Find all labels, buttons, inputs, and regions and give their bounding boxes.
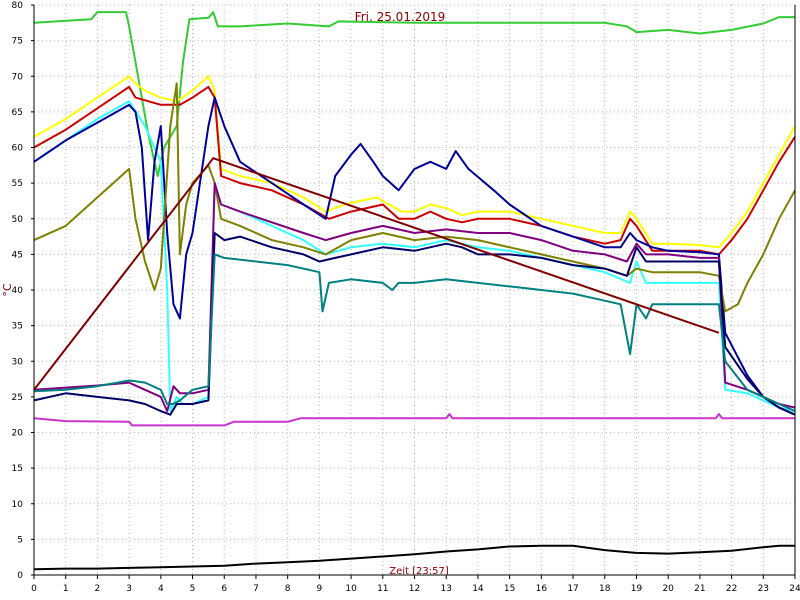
x-tick-label: 7 (253, 584, 259, 594)
y-tick-label: 25 (12, 393, 23, 403)
x-tick-label: 9 (317, 584, 323, 594)
y-tick-label: 70 (12, 72, 24, 82)
chart-background (0, 0, 800, 600)
temperature-line-chart: 0 1 2 3 4 5 6 7 8 9 10 11 12 13 14 15 16 17 18 19 20 21 22 23 24… (0, 0, 800, 600)
x-tick-label: 12 (409, 584, 420, 594)
x-tick-label: 6 (221, 584, 227, 594)
y-tick-label: 65 (12, 108, 23, 118)
x-tick-label: 10 (345, 584, 357, 594)
x-tick-label: 23 (758, 584, 769, 594)
x-tick-label: 24 (789, 584, 800, 594)
x-tick-label: 20 (662, 584, 674, 594)
y-tick-label: 60 (12, 144, 24, 154)
y-tick-label: 0 (17, 571, 23, 581)
x-tick-label: 2 (95, 584, 101, 594)
x-tick-label: 8 (285, 584, 291, 594)
chart-area: 0 1 2 3 4 5 6 7 8 9 10 11 12 13 14 15 16 17 18 19 20 21 22 23 24… (0, 0, 800, 600)
y-tick-label: 15 (12, 464, 23, 474)
y-tick-label: 35 (12, 322, 23, 332)
x-tick-label: 3 (126, 584, 132, 594)
y-tick-label: 50 (12, 215, 24, 225)
x-tick-label: 19 (631, 584, 643, 594)
x-tick-label: 11 (377, 584, 388, 594)
x-tick-label: 22 (726, 584, 737, 594)
y-tick-label: 55 (12, 179, 23, 189)
y-tick-label: 5 (17, 535, 23, 545)
y-tick-label: 80 (12, 1, 24, 11)
x-tick-label: 15 (504, 584, 515, 594)
y-tick-label: 45 (12, 250, 23, 260)
x-axis-label: Zeit [23:57] (389, 566, 449, 577)
chart-title: Fri. 25.01.2019 (355, 10, 446, 24)
x-tick-label: 16 (536, 584, 548, 594)
x-tick-label: 1 (63, 584, 69, 594)
x-tick-label: 18 (599, 584, 611, 594)
x-tick-label: 21 (694, 584, 705, 594)
x-tick-label: 14 (472, 584, 484, 594)
x-tick-label: 0 (31, 584, 37, 594)
x-tick-label: 4 (158, 584, 164, 594)
y-tick-label: 10 (12, 500, 24, 510)
x-tick-label: 17 (567, 584, 578, 594)
y-axis-label: °C (1, 283, 14, 297)
y-tick-label: 75 (12, 37, 23, 47)
y-tick-label: 30 (12, 357, 24, 367)
y-tick-label: 20 (12, 429, 24, 439)
x-tick-label: 13 (440, 584, 451, 594)
x-tick-label: 5 (190, 584, 196, 594)
